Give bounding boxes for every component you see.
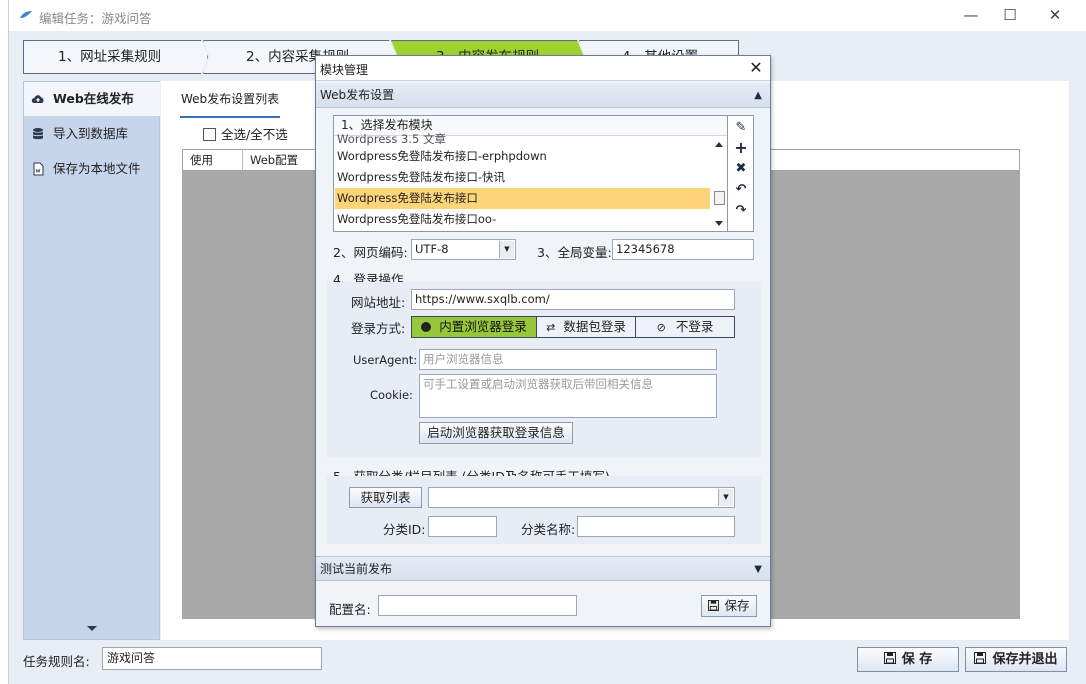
- module-list: 1、选择发布模块 Wordpress 3.5 文章 Wordpress免登陆发布…: [333, 115, 728, 232]
- save-icon: [974, 652, 987, 664]
- list-item[interactable]: Wordpress免登陆发布接口-erphpdown: [335, 146, 710, 167]
- launch-browser-button[interactable]: 启动浏览器获取登录信息: [419, 422, 573, 444]
- encoding-value: UTF-8: [415, 242, 449, 256]
- edit-icon[interactable]: ✎: [733, 120, 749, 136]
- section-title: Web发布设置: [320, 88, 395, 102]
- module-manager-dialog: 模块管理 ✕ Web发布设置 ▲︎ 1、选择发布模块 Wordpress 3.5…: [315, 55, 771, 627]
- global-var-label: 3、全局变量:: [537, 245, 612, 260]
- tab-web-publish-list[interactable]: Web发布设置列表: [181, 90, 279, 107]
- list-item[interactable]: Wordpress免登陆发布接口oo-: [335, 209, 710, 230]
- fetch-list-button[interactable]: 获取列表: [349, 487, 422, 508]
- close-window-button[interactable]: ✕: [1040, 4, 1070, 26]
- module-list-toolbar: ✎ + ✖ ↶ ↷: [728, 115, 754, 232]
- section-web-publish-settings[interactable]: Web发布设置 ▲︎: [316, 83, 770, 108]
- section-title: 测试当前发布: [320, 562, 393, 576]
- window-title: 编辑任务：游戏问答: [39, 11, 152, 26]
- useragent-label: UserAgent:: [353, 353, 418, 367]
- select-all-checkbox[interactable]: 全选/全不选: [203, 124, 288, 143]
- category-id-input[interactable]: [428, 516, 497, 537]
- category-id-label: 分类ID:: [383, 522, 426, 537]
- list-item[interactable]: Wordpress免登陆发布接口-快讯: [335, 167, 710, 188]
- expand-chevron-icon[interactable]: ▼︎: [754, 557, 762, 582]
- encoding-select[interactable]: UTF-8 ▼: [411, 239, 516, 260]
- ban-icon: ⊘: [656, 321, 666, 334]
- login-method-packet[interactable]: ⇄ 数据包登录: [536, 316, 636, 338]
- task-name-input[interactable]: 游戏问答: [102, 647, 322, 670]
- undo-icon[interactable]: ↶: [733, 182, 749, 198]
- save-button-label: 保 存: [901, 652, 933, 667]
- global-var-input[interactable]: 12345678: [612, 239, 754, 260]
- category-name-label: 分类名称:: [521, 522, 576, 537]
- login-method-label: 登录方式:: [351, 321, 406, 336]
- minimize-button[interactable]: —: [956, 4, 986, 26]
- module-list-scrollbar[interactable]: [712, 136, 727, 231]
- step-tab-1[interactable]: 1、网址采集规则: [23, 40, 208, 74]
- redo-icon[interactable]: ↷: [733, 203, 749, 219]
- list-item-selected[interactable]: Wordpress免登陆发布接口: [335, 188, 710, 209]
- shuffle-icon: ⇄: [546, 321, 556, 334]
- scroll-down-icon[interactable]: [715, 221, 723, 226]
- add-icon[interactable]: +: [733, 140, 749, 156]
- collapse-chevron-icon[interactable]: ▲︎: [754, 83, 762, 108]
- database-icon: [32, 128, 44, 140]
- login-method-none[interactable]: ⊘ 不登录: [635, 316, 735, 338]
- dialog-save-label: 保存: [724, 598, 750, 613]
- scroll-thumb[interactable]: [714, 191, 725, 205]
- sidebar-item-label: Web在线发布: [53, 91, 134, 106]
- sidebar-scroll-down-icon[interactable]: [87, 626, 97, 631]
- save-and-exit-label: 保存并退出: [992, 652, 1058, 667]
- login-method-builtin-browser[interactable]: 内置浏览器登录: [411, 316, 537, 338]
- sidebar-item-import-db[interactable]: 导入到数据库: [24, 117, 160, 151]
- section-test-publish[interactable]: 测试当前发布 ▼︎: [316, 556, 770, 581]
- category-select[interactable]: ▼: [428, 487, 735, 508]
- select-all-label: 全选/全不选: [221, 127, 288, 142]
- tab-underline: [180, 116, 280, 118]
- sidebar-item-label: 保存为本地文件: [53, 161, 141, 176]
- cookie-label: Cookie:: [370, 388, 413, 402]
- chevron-down-icon[interactable]: ▼: [499, 241, 514, 258]
- chevron-down-icon[interactable]: ▼: [718, 489, 733, 506]
- dialog-save-button[interactable]: 保存: [701, 595, 757, 617]
- document-icon: [33, 162, 44, 176]
- login-method-label-text: 不登录: [675, 319, 714, 334]
- encoding-label: 2、网页编码:: [333, 245, 408, 260]
- cookie-textarea[interactable]: 可手工设置或启动浏览器获取后带回相关信息: [419, 374, 717, 418]
- save-and-exit-button[interactable]: 保存并退出: [965, 647, 1067, 672]
- save-button[interactable]: 保 存: [857, 647, 959, 672]
- globe-icon: [421, 322, 432, 332]
- dialog-title: 模块管理: [320, 63, 369, 77]
- site-url-label: 网站地址:: [351, 295, 406, 310]
- save-icon: [883, 652, 896, 664]
- config-name-label: 配置名:: [329, 602, 371, 617]
- sidebar: Web在线发布 导入到数据库 保存为本地文件: [23, 81, 160, 640]
- scroll-up-icon[interactable]: [715, 142, 723, 147]
- app-logo-icon: [20, 11, 32, 18]
- title-bar: 编辑任务：游戏问答 — ☐ ✕: [9, 0, 1086, 31]
- config-name-input[interactable]: [378, 595, 577, 616]
- maximize-button[interactable]: ☐: [995, 4, 1025, 26]
- delete-icon[interactable]: ✖: [733, 161, 749, 177]
- save-icon: [708, 600, 720, 611]
- task-name-label: 任务规则名:: [23, 654, 90, 669]
- category-name-input[interactable]: [577, 516, 735, 537]
- dialog-title-bar: 模块管理 ✕: [316, 56, 770, 81]
- login-method-label-text: 内置浏览器登录: [439, 319, 527, 334]
- column-header-use: 使用: [183, 150, 243, 170]
- login-method-label-text: 数据包登录: [563, 319, 626, 334]
- useragent-input[interactable]: 用户浏览器信息: [419, 349, 717, 370]
- close-dialog-button[interactable]: ✕: [746, 58, 766, 78]
- checkbox-icon: [203, 128, 216, 141]
- sidebar-item-web-publish[interactable]: Web在线发布: [24, 82, 160, 116]
- site-url-input[interactable]: https://www.sxqlb.com/: [411, 289, 735, 310]
- cloud-upload-icon: [31, 95, 44, 103]
- sidebar-item-label: 导入到数据库: [53, 126, 129, 141]
- sidebar-item-save-local[interactable]: 保存为本地文件: [24, 152, 160, 186]
- login-method-segmented: 内置浏览器登录 ⇄ 数据包登录 ⊘ 不登录: [411, 316, 735, 338]
